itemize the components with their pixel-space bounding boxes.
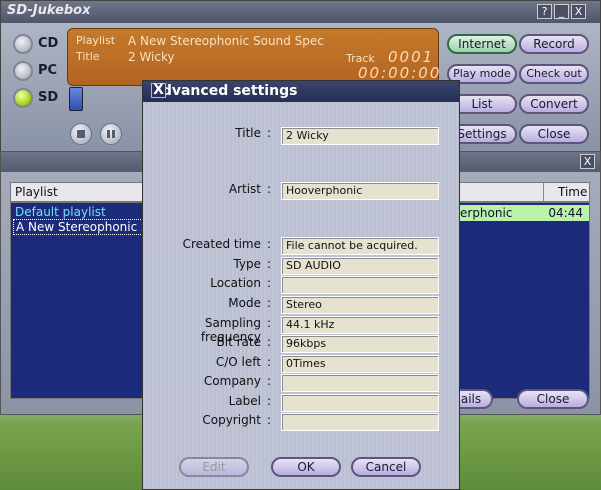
co-left-field[interactable]: 0Times [281,355,439,373]
colon: : [267,316,272,330]
track-time: 04:44 [548,206,583,220]
pause-button[interactable] [100,123,122,145]
list-item[interactable]: Default playlist [15,205,106,219]
company-field[interactable] [281,374,439,392]
cancel-button[interactable]: Cancel [351,457,421,477]
convert-button[interactable]: Convert [519,94,589,114]
copyright-label: Copyright [202,413,261,427]
artist-label: Artist [228,182,261,196]
source-sd-label: SD [38,90,59,105]
close-window-button[interactable]: X [571,4,586,19]
created-time-field[interactable]: File cannot be acquired. [281,237,439,255]
playlist-close-pill-button[interactable]: Close [517,389,589,409]
advanced-settings-dialog: Advanced settings X Title : 2 Wicky Arti… [142,80,460,490]
lcd-title-label: Title [76,50,100,63]
minimize-button[interactable]: _ [554,4,569,19]
colon: : [267,355,272,369]
title-field[interactable]: 2 Wicky [281,127,439,145]
colon: : [267,182,272,196]
source-sd-radio[interactable] [13,88,33,108]
track-row[interactable]: erphonic 04:44 [460,205,589,221]
lcd-display: Playlist A New Stereophonic Sound Spec T… [67,28,439,86]
position-slider-handle[interactable] [69,87,83,111]
colon: : [267,257,272,271]
record-button[interactable]: Record [519,34,589,54]
stop-icon [77,130,85,138]
main-title-bar[interactable]: SD-Jukebox ? _ X [1,1,600,23]
app-title: SD-Jukebox [7,3,91,18]
dialog-close-button[interactable]: X [151,83,166,98]
label-label: Label [228,394,261,408]
location-label: Location [210,276,261,290]
list-item[interactable]: A New Stereophonic So [13,219,159,235]
source-cd-label: CD [38,36,59,51]
edit-button[interactable]: Edit [179,457,249,477]
copyright-field[interactable] [281,413,439,431]
bit-rate-field[interactable]: 96kbps [281,335,439,353]
type-label: Type [233,257,261,271]
source-cd-radio[interactable] [13,34,33,54]
pause-icon [107,130,110,138]
stop-button[interactable] [70,123,92,145]
source-pc-radio[interactable] [13,61,33,81]
sampling-frequency-field[interactable]: 44.1 kHz [281,316,439,334]
colon: : [267,413,272,427]
location-field[interactable] [281,276,439,294]
help-button[interactable]: ? [537,4,552,19]
colon: : [267,394,272,408]
colon: : [267,276,272,290]
co-left-label: C/O left [215,355,261,369]
title-label: Title [235,126,261,140]
created-time-label: Created time [182,237,261,251]
close-button[interactable]: Close [519,124,589,144]
company-label: Company [203,374,261,388]
internet-button[interactable]: Internet [447,34,517,54]
bit-rate-label: Bit rate [216,335,261,349]
colon: : [267,237,272,251]
playlist-close-button[interactable]: X [580,154,595,169]
track-artist: erphonic [460,206,513,220]
lcd-playlist-value: A New Stereophonic Sound Spec [128,34,324,48]
type-field[interactable]: SD AUDIO [281,257,439,275]
label-field[interactable] [281,394,439,412]
lcd-title-value: 2 Wicky [128,50,175,64]
check-out-button[interactable]: Check out [519,64,589,84]
source-pc-label: PC [38,63,58,78]
time-header-label: Time [543,183,587,201]
mode-field[interactable]: Stereo [281,296,439,314]
playlist-header-label: Playlist [15,185,58,199]
mode-label: Mode [228,296,261,310]
colon: : [267,126,272,140]
dialog-title-bar[interactable]: Advanced settings X [143,81,459,102]
artist-field[interactable]: Hooverphonic [281,182,439,200]
dialog-title: Advanced settings [151,83,298,99]
lcd-playlist-label: Playlist [76,34,116,47]
ok-button[interactable]: OK [271,457,341,477]
colon: : [267,296,272,310]
colon: : [267,335,272,349]
colon: : [267,374,272,388]
